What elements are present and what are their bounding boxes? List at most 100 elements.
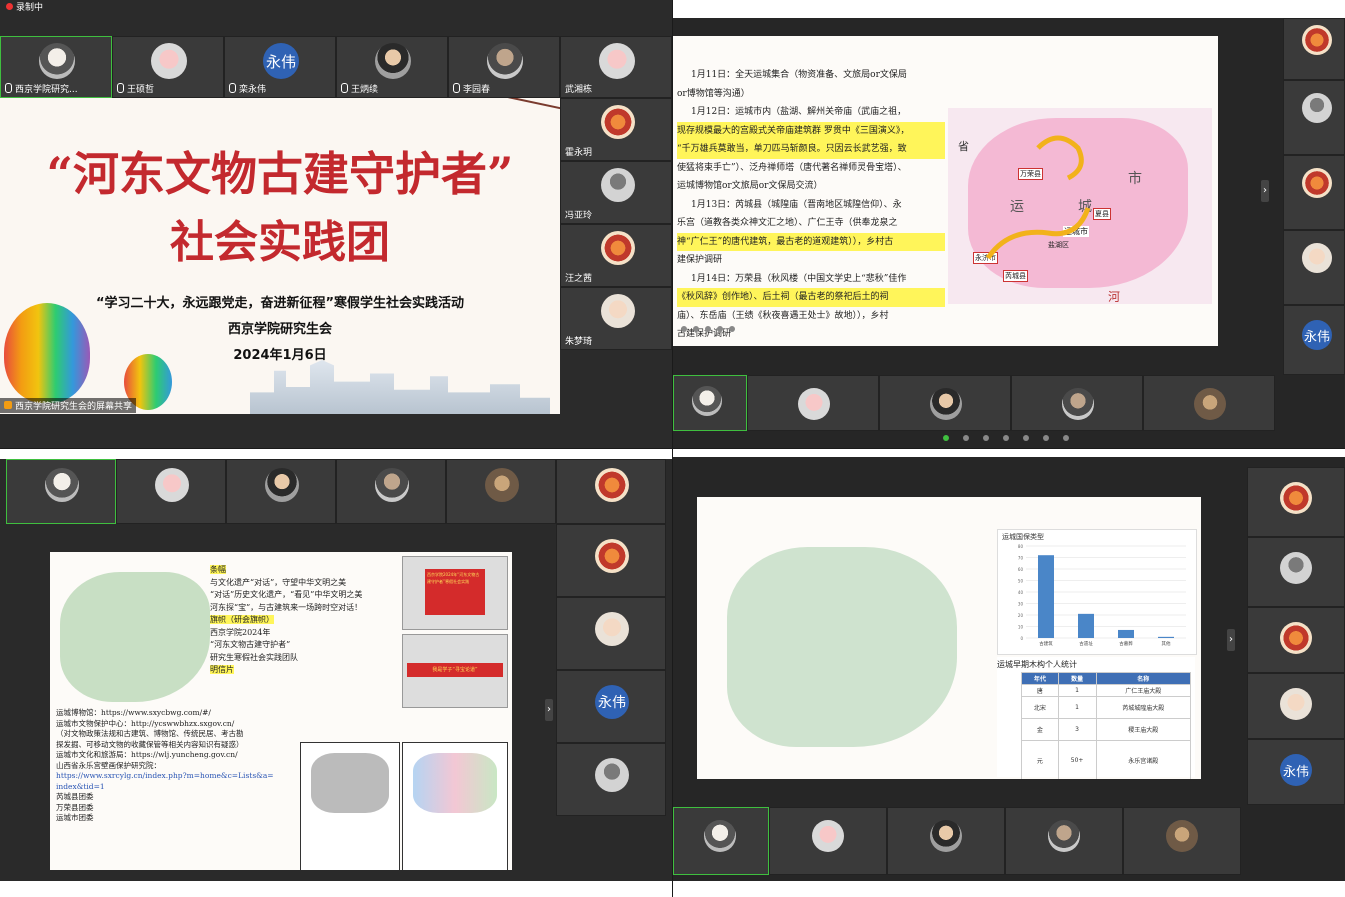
pen-icon[interactable] [705,326,711,332]
participant-tile[interactable] [1283,80,1345,155]
postcard-preview [300,742,400,870]
table-row: 唐 1 广仁王庙大殿 [1021,684,1192,697]
participant-tile[interactable]: 冯亚玲 [560,161,672,224]
participant-tile[interactable]: 王炳续 [336,36,448,98]
avatar [1302,168,1332,198]
link-text[interactable]: 运城博物馆：https://www.sxycbwg.com/#/ [56,708,296,719]
banner-preview-text: 西京学院2024年“河东文物古建守护者”寒假社会实践 [425,569,485,615]
apps-icon[interactable] [1063,435,1069,441]
banner-preview-text: 我是学子“寻宝论道” [407,663,503,677]
participant-tile[interactable]: 西京学院研究... [0,36,112,98]
participant-tile[interactable]: 朱梦琦 [560,287,672,350]
slide-text: 研究生寒假社会实践团队 [210,652,298,662]
schedule-line: 1月13日：芮城县（城隍庙（晋南地区城隍信仰）、永 [691,199,902,210]
chart-panel: 运城国保类型 0 10 20 30 40 50 60 70 80 古建筑 古遗址 古墓葬 其他 [997,529,1197,655]
avatar [595,758,629,792]
participant-tile[interactable] [6,459,116,524]
user-icon [4,401,12,409]
link-text[interactable]: https://www.sxrcylg.cn/index.php?m=home&… [56,771,296,782]
record-icon[interactable] [1043,435,1049,441]
participant-tile[interactable] [747,375,879,431]
schedule-line: 1月14日：万荣县（秋风楼（中国文学史上“悲秋”佳作 [691,273,907,284]
avatar: 永伟 [263,43,299,79]
participant-name: 朱梦琦 [565,337,593,347]
camera-icon[interactable] [963,435,969,441]
participant-tile[interactable] [1143,375,1275,431]
participant-tile[interactable]: 汪之茜 [560,224,672,287]
avatar [485,468,519,502]
participant-tile[interactable] [556,459,666,524]
meeting-window-top-right: 1月11日：全天运城集合（物资准备、文旅局or文保局 or博物馆等沟通） 1月1… [673,0,1345,448]
participant-name: 王硕哲 [117,82,154,95]
slide-text: 运城市团委 [56,813,94,822]
participant-tile[interactable] [556,524,666,597]
slide-text: “河东文物古建守护者” [210,640,291,649]
more-icon[interactable] [729,326,735,332]
avatar [601,168,635,202]
flag-heading: 旗帜（研会旗帜） [210,615,274,624]
participant-tile[interactable]: 永伟 [1247,739,1345,805]
links-block: 运城博物馆：https://www.sxycbwg.com/#/ 运城市文物保护… [56,708,296,824]
collapse-sidebar-button[interactable]: › [545,699,553,721]
avatar [812,820,844,852]
link-text[interactable]: 运城市文物保护中心：http://ycswwbhzx.sxgov.cn/ [56,719,296,730]
shared-slide: 1月11日：全天运城集合（物资准备、文旅局or文保局 or博物馆等沟通） 1月1… [673,36,1218,346]
mic-icon[interactable] [943,435,949,441]
participant-tile[interactable]: 永伟 [1283,305,1345,375]
participant-tile[interactable] [446,459,556,524]
avatar [375,43,411,79]
participant-tile[interactable] [1247,607,1345,673]
participant-tile[interactable] [1005,807,1123,875]
participant-tile[interactable]: 武湘栋 [560,36,672,98]
participants-icon[interactable] [983,435,989,441]
participant-tile[interactable] [336,459,446,524]
participant-tile[interactable] [1247,467,1345,537]
participant-tile[interactable]: 霍永玥 [560,98,672,161]
postcard-map [311,753,389,813]
schedule-text: 1月11日：全天运城集合（物资准备、文旅局or文保局 or博物馆等沟通） 1月1… [677,66,945,344]
participant-tile[interactable]: 永伟 [556,670,666,743]
mic-icon [5,83,12,93]
bar [1158,636,1174,638]
table-row: 金 3 稷王庙大殿 [1021,718,1192,741]
participant-tile[interactable] [556,743,666,816]
top-bar [673,449,1345,457]
participant-tile[interactable] [1283,230,1345,305]
participant-tile[interactable]: 李园春 [448,36,560,98]
avatar [1280,482,1312,514]
link-text[interactable]: index&tid=1 [56,782,296,793]
y-tick-label: 40 [1018,590,1024,595]
participant-tile[interactable]: 永伟 栾永伟 [224,36,336,98]
collapse-sidebar-button[interactable]: › [1261,180,1269,202]
participant-tile[interactable] [1011,375,1143,431]
participant-tile[interactable] [673,375,747,431]
top-bar [0,449,672,459]
collapse-sidebar-button[interactable]: › [1227,629,1235,651]
participant-tile[interactable] [1247,673,1345,739]
next-icon[interactable] [693,326,699,332]
participant-tile[interactable] [1283,18,1345,80]
share-icon[interactable] [1023,435,1029,441]
participant-tile[interactable] [116,459,226,524]
table-row: 元 50+ 永乐宫诸殿 [1021,740,1192,779]
participant-tile[interactable] [1247,537,1345,607]
avatar [1048,820,1080,852]
chat-icon[interactable] [1003,435,1009,441]
participant-tile[interactable] [556,597,666,670]
participant-tile[interactable] [673,807,769,875]
schedule-line: 《秋风辞》创作地）、后土祠（最古老的祭祀后土的祠 [677,288,945,307]
participant-tile[interactable] [1283,155,1345,230]
participant-tile[interactable] [887,807,1005,875]
link-text[interactable]: 运城市文化和旅游局：https://wlj.yuncheng.gov.cn/ [56,750,296,761]
zoom-icon[interactable] [717,326,723,332]
participant-tile[interactable] [769,807,887,875]
table-title: 运城早期木构个人统计 [997,660,1077,669]
participant-tile[interactable] [226,459,336,524]
prev-icon[interactable] [681,326,687,332]
participant-tile[interactable]: 王硕哲 [112,36,224,98]
participant-tile[interactable] [879,375,1011,431]
participant-tile[interactable] [1123,807,1241,875]
y-tick-label: 10 [1018,625,1024,630]
record-icon [6,3,13,10]
bar [1078,613,1094,638]
